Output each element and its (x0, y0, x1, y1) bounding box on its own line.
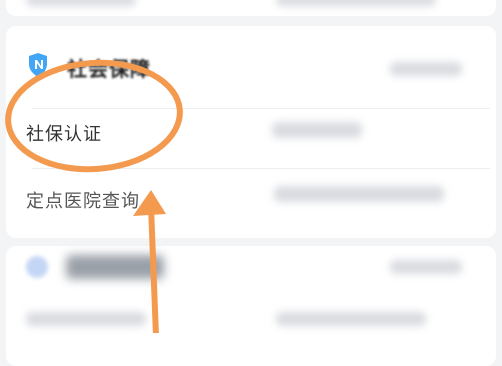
blurred-link (390, 62, 462, 76)
blurred-text (276, 0, 436, 6)
blurred-section-title (66, 255, 164, 279)
blurred-text (26, 312, 146, 326)
top-card (6, 0, 496, 16)
divider (32, 108, 490, 109)
blurred-desc (274, 186, 444, 202)
social-security-auth-item[interactable]: 社保认证 (26, 120, 102, 146)
designated-hospital-query-item[interactable]: 定点医院查询 (26, 187, 140, 213)
blurred-service-icon (26, 256, 48, 278)
blurred-text (276, 312, 426, 326)
divider (32, 168, 490, 169)
shield-icon (29, 53, 47, 77)
blurred-desc (272, 122, 362, 138)
blurred-text (26, 0, 136, 6)
blurred-link (390, 260, 462, 274)
section-title: 社会保障 (67, 57, 151, 81)
